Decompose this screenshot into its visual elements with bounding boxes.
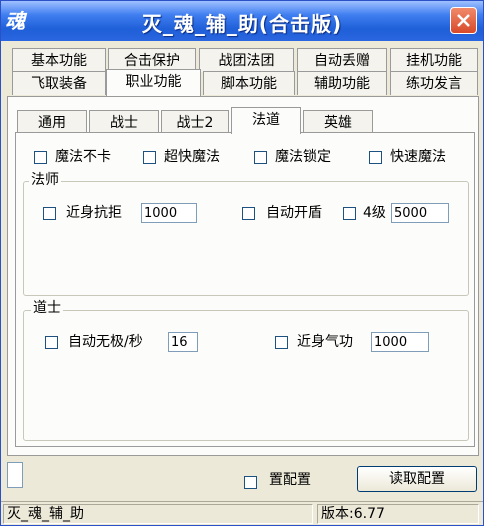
tab-training-speech[interactable]: 练功发言 [390, 71, 478, 95]
auto-wuji-label: 自动无极/秒 [68, 334, 143, 350]
super-fast-magic-label: 超快魔法 [164, 149, 220, 165]
small-field[interactable] [7, 462, 23, 488]
magic-no-lag-label: 魔法不卡 [55, 149, 111, 165]
tab-basic[interactable]: 基本功能 [12, 48, 106, 72]
auto-shield-checkbox[interactable] [242, 207, 255, 220]
super-fast-magic-checkbox[interactable] [143, 151, 156, 164]
close-resist-input[interactable] [141, 203, 197, 223]
close-icon [457, 14, 470, 27]
fast-magic-label: 快速魔法 [390, 149, 446, 165]
level4-input[interactable] [391, 203, 449, 223]
taoist-group-title: 道士 [31, 300, 63, 316]
close-qigong-checkbox[interactable] [275, 336, 288, 349]
close-qigong-input[interactable] [371, 332, 429, 352]
fast-magic-checkbox[interactable] [369, 151, 382, 164]
auto-wuji-input[interactable] [168, 332, 198, 352]
config-check-label: 置配置 [269, 472, 311, 488]
taoist-group [23, 310, 469, 441]
status-left: 灭_魂_辅_助 [3, 504, 313, 524]
close-button[interactable] [450, 7, 477, 34]
subtab-warrior[interactable]: 战士 [89, 110, 159, 134]
tab-fly-equip[interactable]: 飞取装备 [12, 71, 106, 95]
level4-checkbox[interactable] [343, 207, 356, 220]
status-version: 版本:6.77 [317, 504, 479, 524]
magic-no-lag-checkbox[interactable] [34, 151, 47, 164]
status-bar: 灭_魂_辅_助 版本:6.77 [1, 501, 483, 525]
tab-assist[interactable]: 辅助功能 [297, 71, 387, 95]
subtab-warrior2[interactable]: 战士2 [161, 110, 229, 134]
subtab-general[interactable]: 通用 [17, 110, 87, 134]
tab-script[interactable]: 脚本功能 [203, 71, 295, 95]
close-qigong-label: 近身气功 [297, 334, 353, 350]
close-resist-checkbox[interactable] [43, 207, 56, 220]
window-title: 灭_魂_辅_助(合击版) [141, 12, 343, 36]
level4-label: 4级 [363, 205, 386, 221]
subtab-mage-taoist[interactable]: 法道 [231, 107, 301, 134]
read-config-button[interactable]: 读取配置 [357, 466, 477, 492]
config-checkbox[interactable] [244, 476, 257, 489]
subtab-hero[interactable]: 英雄 [303, 110, 373, 134]
title-bar[interactable]: 魂 灭_魂_辅_助(合击版) [1, 1, 483, 41]
mage-group-title: 法师 [29, 172, 61, 188]
magic-lock-checkbox[interactable] [254, 151, 267, 164]
tab-auto-drop[interactable]: 自动丢赠 [297, 48, 387, 72]
mage-group [23, 181, 469, 296]
main-window: 魂 灭_魂_辅_助(合击版) 基本功能 合击保护 战团法团 自动丢赠 挂机功能 … [0, 0, 484, 526]
tab-idle[interactable]: 挂机功能 [390, 48, 478, 72]
magic-lock-label: 魔法锁定 [275, 149, 331, 165]
close-resist-label: 近身抗拒 [66, 205, 122, 221]
auto-wuji-checkbox[interactable] [45, 336, 58, 349]
tab-class-functions[interactable]: 职业功能 [106, 69, 201, 96]
auto-shield-label: 自动开盾 [266, 205, 322, 221]
tab-team[interactable]: 战团法团 [199, 48, 294, 72]
